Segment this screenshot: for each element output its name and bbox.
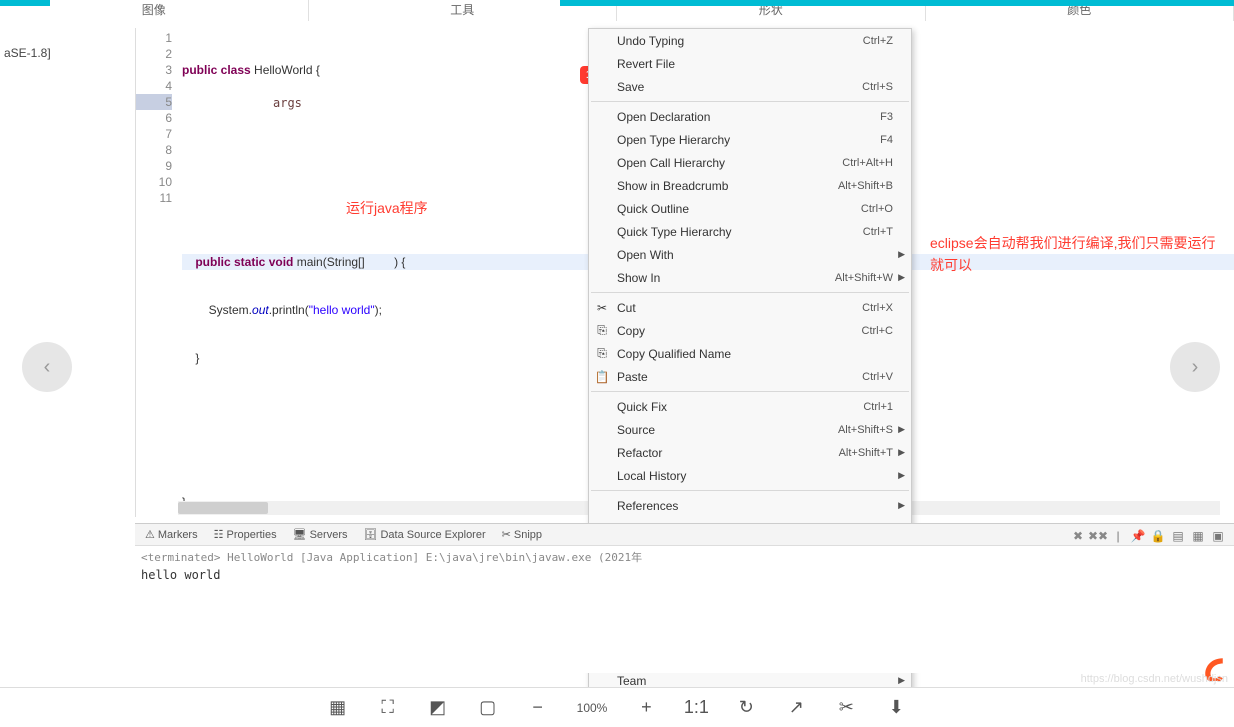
remove-icon[interactable]: ✖ [1070,528,1086,544]
console-toolbar: ✖ ✖✖ | 📌 🔒 ▤ ▦ ▣ [1070,528,1226,544]
ctx-references[interactable]: References▶ [589,494,911,517]
ctx-quick-type-hierarchy[interactable]: Quick Type HierarchyCtrl+T [589,220,911,243]
ctx-copy-qualified-name[interactable]: ⎘Copy Qualified Name [589,342,911,365]
top-tab-bar: 图像 工具 形状 颜色 [0,0,1234,21]
properties-icon: ☷ [214,528,224,541]
tab-properties[interactable]: ☷Properties [208,528,283,541]
fit-icon[interactable]: ⛶ [377,697,399,719]
tree-node[interactable]: aSE-1.8] [4,46,51,60]
ctx-show-in[interactable]: Show InAlt+Shift+W▶ [589,266,911,289]
remove-all-icon[interactable]: ✖✖ [1090,528,1106,544]
ctx-save[interactable]: SaveCtrl+S [589,75,911,98]
ctx-cut[interactable]: ✂CutCtrl+X [589,296,911,319]
snippets-icon: ✂ [502,528,511,541]
markers-icon: ⚠ [145,528,155,541]
annotation-run-java: 运行java程序 [346,198,428,218]
console-output: hello world [135,568,1234,582]
watermark: https://blog.csdn.net/wushdjsn [1081,673,1228,685]
nav-next[interactable]: › [1170,342,1220,392]
display-icon[interactable]: ▦ [1190,528,1206,544]
ctx-source[interactable]: SourceAlt+Shift+S▶ [589,418,911,441]
bottom-panel: ⚠Markers ☷Properties 🖥Servers 🗄Data Sour… [135,523,1234,673]
crop-icon[interactable]: ✂ [835,697,857,719]
ctx-refactor[interactable]: RefactorAlt+Shift+T▶ [589,441,911,464]
line-gutter: 1 2 3 4 5 6 7 8 9 10 11 [136,30,178,206]
new-console-icon[interactable]: ▤ [1170,528,1186,544]
tab-servers[interactable]: 🖥Servers [287,528,354,541]
console-header: <terminated> HelloWorld [Java Applicatio… [135,546,1234,568]
ctx-local-history[interactable]: Local History▶ [589,464,911,487]
bottom-toolbar: ▦ ⛶ ◩ ▢ − 100% + 1:1 ↻ ↗ ✂ ⬇ [0,687,1234,727]
external-icon[interactable]: ↗ [785,697,807,719]
cut-icon: ✂ [594,301,610,315]
ctx-copy[interactable]: ⎘CopyCtrl+C [589,319,911,342]
paste-icon: 📋 [594,370,610,384]
rotate-icon[interactable]: ↻ [735,697,757,719]
ctx-undo-typing[interactable]: Undo TypingCtrl+Z [589,29,911,52]
annotation-eclipse-compile: eclipse会自动帮我们进行编译,我们只需要运行就可以 [930,232,1220,276]
ctx-quick-outline[interactable]: Quick OutlineCtrl+O [589,197,911,220]
pin-icon[interactable]: 📌 [1130,528,1146,544]
divider: | [1110,528,1126,544]
download-icon[interactable]: ⬇ [885,697,907,719]
lock-icon[interactable]: 🔒 [1150,528,1166,544]
servers-icon: 🖥 [293,528,307,541]
ctx-revert-file[interactable]: Revert File [589,52,911,75]
tab-markers[interactable]: ⚠Markers [139,528,204,541]
ctx-open-with[interactable]: Open With▶ [589,243,911,266]
nav-prev[interactable]: ‹ [22,342,72,392]
copy-icon: ⎘ [594,323,610,338]
tab-dse[interactable]: 🗄Data Source Explorer [358,528,492,541]
db-icon: 🗄 [364,528,378,541]
open-icon[interactable]: ▣ [1210,528,1226,544]
ctx-show-in-breadcrumb[interactable]: Show in BreadcrumbAlt+Shift+B [589,174,911,197]
zoom-level: 100% [577,701,608,715]
zoom-in-icon[interactable]: + [635,697,657,719]
actual-size-icon[interactable]: 1:1 [685,697,707,719]
zoom-out-icon[interactable]: − [527,697,549,719]
ctx-paste[interactable]: 📋PasteCtrl+V [589,365,911,388]
ctx-open-type-hierarchy[interactable]: Open Type HierarchyF4 [589,128,911,151]
tab-snippets[interactable]: ✂Snipp [496,528,548,541]
ctx-open-declaration[interactable]: Open DeclarationF3 [589,105,911,128]
grid-icon[interactable]: ▦ [327,697,349,719]
ctx-quick-fix[interactable]: Quick FixCtrl+1 [589,395,911,418]
copy-qualified-name-icon: ⎘ [594,346,610,361]
ctx-open-call-hierarchy[interactable]: Open Call HierarchyCtrl+Alt+H [589,151,911,174]
select-icon[interactable]: ◩ [427,697,449,719]
square-icon[interactable]: ▢ [477,697,499,719]
project-tree[interactable]: aSE-1.8] [0,36,130,70]
